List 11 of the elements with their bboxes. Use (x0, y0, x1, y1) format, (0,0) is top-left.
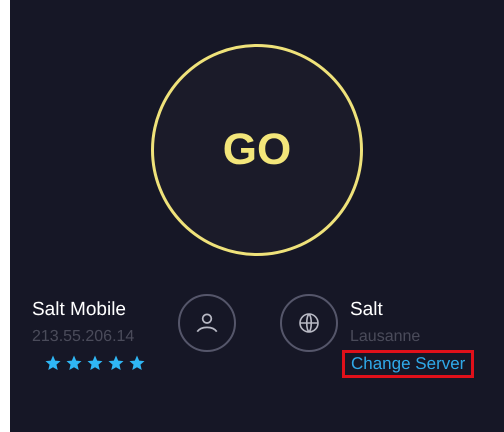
star-icon (65, 354, 83, 372)
star-icon (107, 354, 125, 372)
star-icon (44, 354, 62, 372)
provider-name: Salt Mobile (32, 298, 127, 322)
go-button[interactable]: GO (151, 44, 363, 256)
globe-icon (280, 294, 338, 352)
server-name: Salt (350, 298, 384, 322)
user-icon (178, 294, 236, 352)
star-icon (86, 354, 104, 372)
change-server-link[interactable]: Change Server (342, 350, 474, 378)
star-icon (128, 354, 146, 372)
